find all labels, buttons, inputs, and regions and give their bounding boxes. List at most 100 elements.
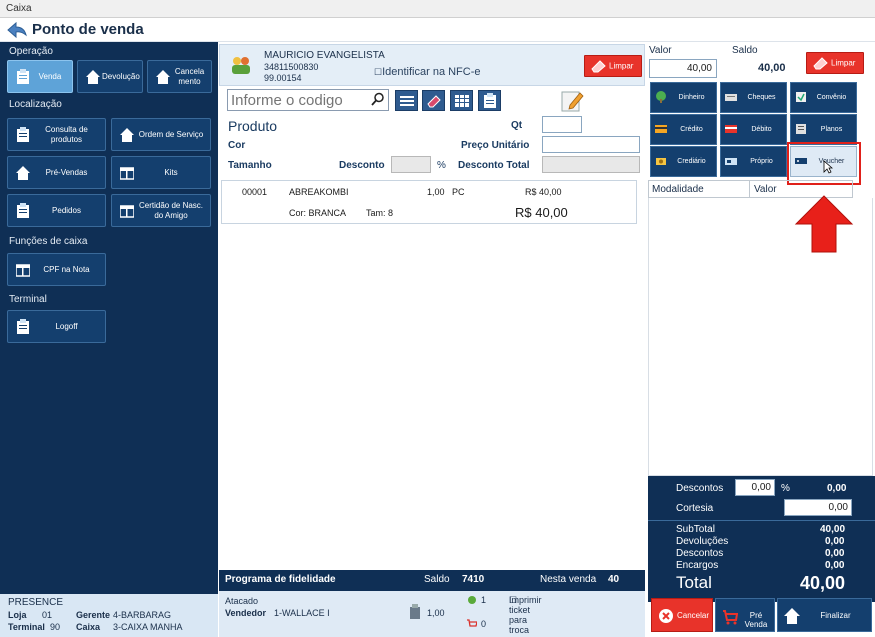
total-label: Total: [676, 573, 712, 592]
crediario-button[interactable]: Crediário: [650, 146, 717, 177]
limpar-payment-button[interactable]: Limpar: [806, 52, 864, 74]
descontos2-label: Descontos: [676, 548, 724, 559]
total-value: 40,00: [800, 573, 846, 593]
loja-value: 01: [42, 610, 53, 620]
nfce-checkbox[interactable]: ☐Identificar na NFC-e: [374, 66, 481, 78]
consulta-produtos-button[interactable]: Consulta de produtos: [7, 118, 106, 151]
item-description: ABREAKOMBI: [289, 187, 349, 197]
cart-icon: [723, 610, 738, 625]
cart-count: 0: [481, 619, 487, 629]
item-row[interactable]: 00001 ABREAKOMBI 1,00 PC R$ 40,00 Cor: B…: [221, 180, 637, 224]
cancelar-button[interactable]: Cancelar: [651, 598, 713, 632]
encargos-value: 0,00: [825, 560, 845, 571]
back-arrow-icon[interactable]: [6, 21, 28, 39]
kits-button[interactable]: Kits: [111, 156, 211, 189]
eraser-button[interactable]: [422, 90, 445, 111]
customer-avatar-icon: [232, 57, 250, 74]
sale-panel: MAURICIO EVANGELISTA 34811500830 99.0015…: [219, 42, 645, 637]
loja-label: Loja: [8, 610, 27, 620]
window-icon: [16, 263, 30, 277]
own-card-icon: [725, 158, 737, 165]
window-titlebar: Caixa: [0, 0, 875, 18]
terminal-value: 90: [50, 622, 61, 632]
page-header: Ponto de venda: [0, 18, 875, 42]
descontos2-value: 0,00: [825, 548, 845, 559]
clipboard-button[interactable]: [478, 90, 501, 111]
product-code-input[interactable]: [227, 89, 389, 111]
limpar-customer-button[interactable]: Limpar: [584, 55, 642, 77]
descontos-input[interactable]: 0,00: [735, 479, 775, 496]
convenio-button[interactable]: Convênio: [790, 82, 857, 113]
venda-button[interactable]: Venda: [7, 60, 73, 93]
vendedor-value[interactable]: 1-WALLACE I: [274, 608, 330, 618]
valor-header: Valor: [754, 184, 777, 195]
desconto-total-input[interactable]: [542, 156, 640, 173]
cpf-na-nota-label: CPF na Nota: [43, 264, 90, 274]
search-icon[interactable]: [371, 92, 385, 106]
logoff-button[interactable]: Logoff: [7, 310, 106, 343]
qt-input[interactable]: [542, 116, 582, 133]
credit-card-icon: [655, 125, 667, 133]
produto-label: Produto: [228, 118, 278, 134]
gerente-value: 4-BARBARAG: [113, 610, 172, 620]
green-dot-icon: [468, 596, 476, 604]
saldo-fidelidade-value: 7410: [462, 574, 485, 585]
cpf-na-nota-button[interactable]: CPF na Nota: [7, 253, 106, 286]
proprio-button[interactable]: Próprio: [720, 146, 787, 177]
eraser-icon: [427, 95, 441, 108]
encargos-label: Encargos: [676, 560, 719, 571]
fidelidade-label: Programa de fidelidade: [225, 574, 336, 585]
dinheiro-label: Dinheiro: [678, 94, 705, 101]
store-info: PRESENCE Loja 01 Gerente 4-BARBARAG Term…: [0, 594, 218, 637]
preco-unitario-label: Preço Unitário: [461, 140, 530, 151]
preco-unitario-input[interactable]: [542, 136, 640, 153]
valor-input[interactable]: 40,00: [649, 59, 717, 78]
limpar-customer-label: Limpar: [609, 61, 634, 71]
section-label-terminal: Terminal: [9, 294, 47, 305]
percent-label: %: [437, 160, 446, 171]
list-button[interactable]: [395, 90, 418, 111]
pre-vendas-label: Pré-Vendas: [45, 167, 88, 177]
window-icon: [120, 166, 134, 180]
cortesia-input[interactable]: 0,00: [784, 499, 852, 516]
pre-vendas-button[interactable]: Pré-Vendas: [7, 156, 106, 189]
pre-venda-button[interactable]: Pré Venda: [715, 598, 775, 632]
credito-label: Crédito: [680, 126, 703, 133]
saldo-value: 40,00: [758, 62, 786, 74]
calculator-button[interactable]: [450, 90, 473, 111]
customer-box[interactable]: MAURICIO EVANGELISTA 34811500830 99.0015…: [219, 44, 645, 86]
qt-label: Qt: [511, 120, 523, 131]
home-icon: [16, 165, 30, 180]
nesta-venda-value: 40: [608, 574, 620, 585]
desconto-input[interactable]: [391, 156, 431, 173]
planos-button[interactable]: Planos: [790, 114, 857, 145]
window-title: Caixa: [6, 3, 32, 14]
ordem-servico-button[interactable]: Ordem de Serviço: [111, 118, 211, 151]
debito-button[interactable]: Débito: [720, 114, 787, 145]
edit-note-icon[interactable]: [560, 89, 584, 113]
section-label-localizacao: Localização: [9, 99, 62, 110]
checkbox-box-icon: ☐: [374, 67, 383, 77]
cancel-icon: [659, 609, 673, 623]
devolucao-button[interactable]: Devolução: [77, 60, 143, 93]
cancelamento-button[interactable]: Cancela mento: [147, 60, 212, 93]
sidebar: Operação Venda Devolução Cancela mento L…: [0, 42, 218, 594]
item-total: R$ 40,00: [515, 205, 568, 220]
mouse-cursor-icon: [823, 160, 833, 174]
debito-label: Débito: [751, 126, 772, 133]
customer-code: 99.00154: [264, 73, 302, 83]
certidao-button[interactable]: Certidão de Nasc. do Amigo: [111, 194, 211, 227]
finalizar-button[interactable]: Finalizar: [777, 598, 872, 632]
credito-button[interactable]: Crédito: [650, 114, 717, 145]
green-count: 1: [481, 595, 487, 605]
home-icon: [120, 127, 134, 142]
grid-icon: [455, 95, 469, 107]
cheques-button[interactable]: Cheques: [720, 82, 787, 113]
dinheiro-button[interactable]: Dinheiro: [650, 82, 717, 113]
home-icon: [86, 69, 100, 84]
pedidos-button[interactable]: Pedidos: [7, 194, 106, 227]
cart-icon: [467, 619, 477, 627]
logoff-label: Logoff: [55, 321, 78, 331]
sale-info: Atacado Vendedor 1-WALLACE I 1,00 1 0 ☐ …: [219, 591, 645, 637]
section-label-funcoes: Funções de caixa: [9, 236, 88, 247]
